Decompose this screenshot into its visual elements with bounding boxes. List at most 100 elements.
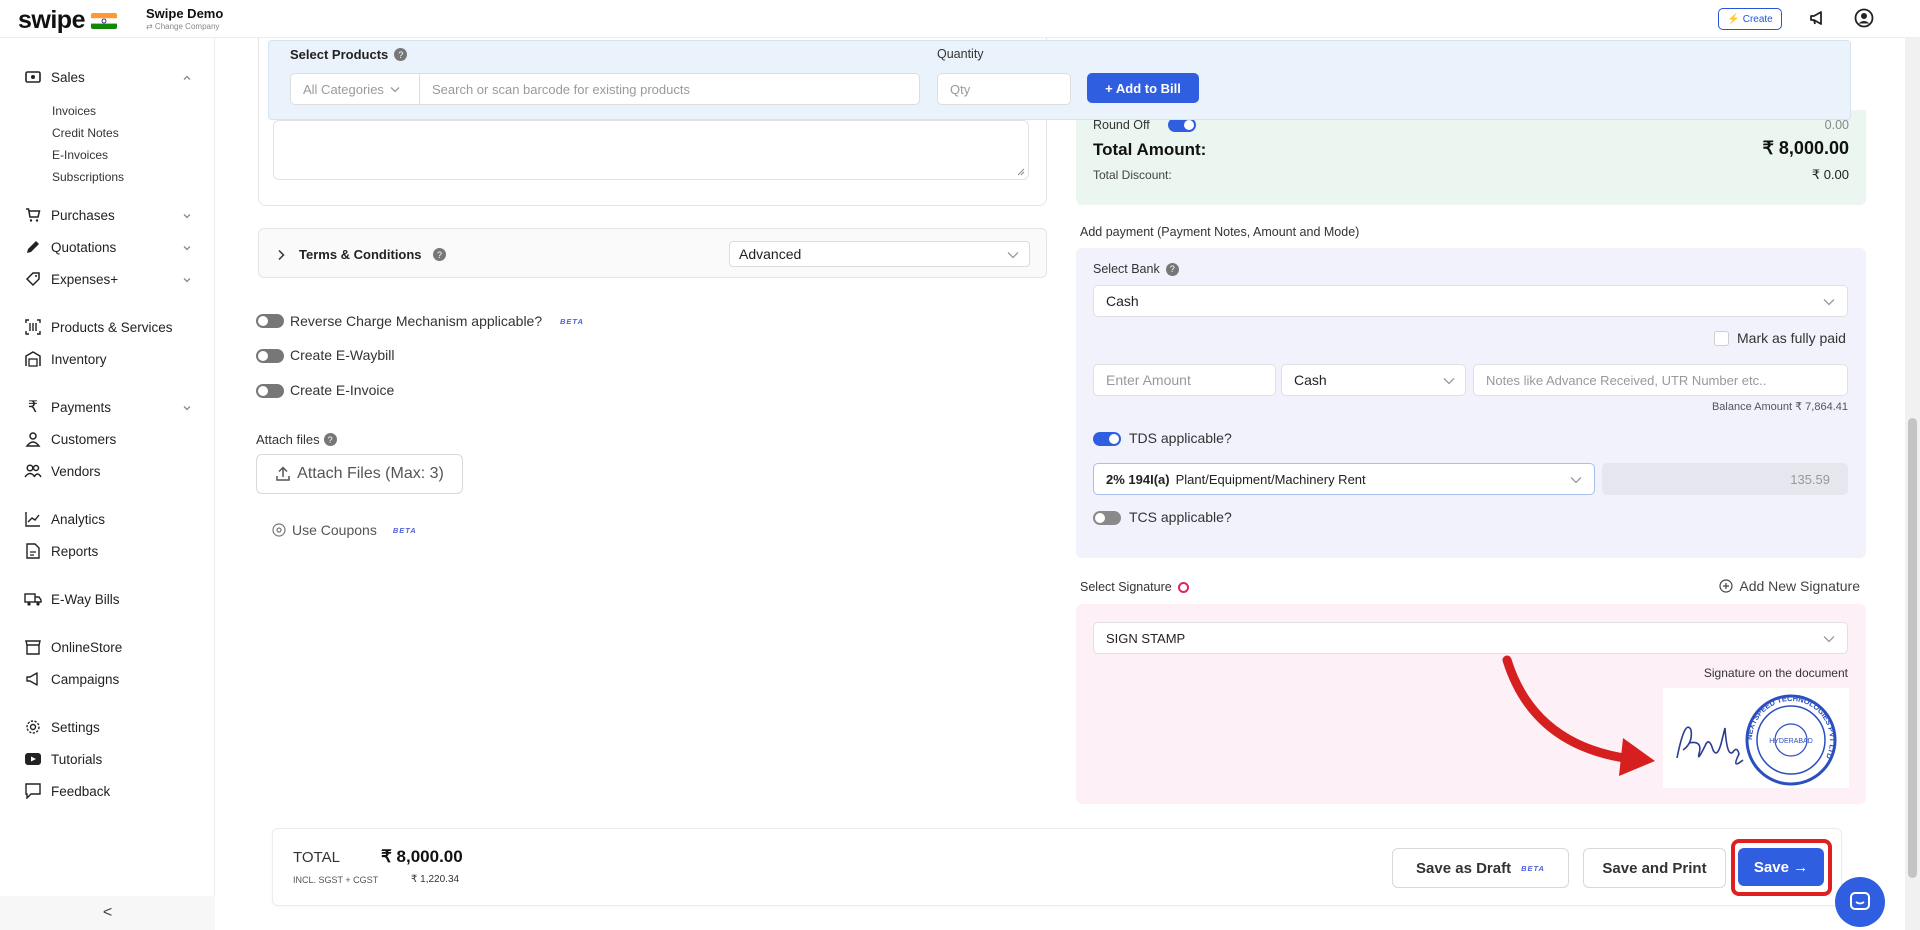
sidebar-item-campaigns[interactable]: Campaigns <box>24 670 119 688</box>
beta-badge: BETA <box>1521 863 1545 873</box>
tds-toggle[interactable] <box>1093 432 1121 446</box>
chevron-down-icon[interactable] <box>182 243 192 253</box>
terms-template-select[interactable]: Advanced <box>729 241 1030 267</box>
required-indicator-icon <box>1177 581 1189 593</box>
chat-support-button[interactable] <box>1835 877 1885 927</box>
sidebar-item-tutorials[interactable]: Tutorials <box>24 750 102 768</box>
signature-select[interactable]: SIGN STAMP <box>1093 622 1848 654</box>
signature-panel: SIGN STAMP Signature on the document HYD… <box>1076 604 1866 804</box>
coupon-icon <box>272 523 286 537</box>
sidebar-item-analytics[interactable]: Analytics <box>24 510 105 528</box>
chevron-down-icon <box>1007 252 1019 259</box>
sidebar-item-purchases[interactable]: Purchases <box>24 206 115 224</box>
payment-mode-select[interactable]: Cash <box>1281 364 1466 396</box>
sidebar: Sales Invoices Credit Notes E-Invoices S… <box>0 38 215 930</box>
round-off-toggle[interactable] <box>1168 118 1196 132</box>
user-account-icon[interactable] <box>1854 8 1874 28</box>
sidebar-item-inventory[interactable]: Inventory <box>24 350 107 368</box>
upload-icon <box>276 466 290 481</box>
tds-rate: 2% 194I(a) <box>1106 471 1170 487</box>
tcs-toggle[interactable] <box>1093 511 1121 525</box>
bank-select[interactable]: Cash <box>1093 285 1848 317</box>
chevron-left-icon: < <box>102 904 113 921</box>
chevron-down-icon[interactable] <box>182 403 192 413</box>
sidebar-item-vendors[interactable]: Vendors <box>24 462 101 480</box>
signature-doc-label: Signature on the document <box>1703 666 1848 680</box>
rupee-icon: ₹ <box>27 399 39 416</box>
add-new-signature-link[interactable]: Add New Signature <box>1719 578 1860 594</box>
store-icon <box>24 638 42 656</box>
payment-notes-input[interactable]: Notes like Advance Received, UTR Number … <box>1473 364 1848 396</box>
sidebar-item-sales[interactable]: Sales <box>24 68 85 86</box>
megaphone-icon[interactable] <box>1808 8 1828 28</box>
sidebar-subitem-invoices[interactable]: Invoices <box>52 104 96 118</box>
quantity-input[interactable]: Qty <box>937 73 1071 105</box>
sidebar-item-onlinestore[interactable]: OnlineStore <box>24 638 122 656</box>
select-signature-label: Select Signature <box>1080 580 1172 594</box>
chevron-down-icon <box>1823 636 1835 643</box>
sidebar-item-quotations[interactable]: Quotations <box>24 238 116 256</box>
sidebar-subitem-subscriptions[interactable]: Subscriptions <box>52 170 124 184</box>
eway-toggle[interactable] <box>256 349 284 363</box>
help-icon[interactable]: ? <box>394 48 408 61</box>
einvoice-toggle[interactable] <box>256 384 284 398</box>
signature-preview: HYDERABAD NEXTSPEED TECHNOLOGIES PVT LTD <box>1663 688 1849 788</box>
pencil-icon <box>24 238 42 256</box>
sidebar-item-feedback[interactable]: Feedback <box>24 782 110 800</box>
add-payment-title: Add payment (Payment Notes, Amount and M… <box>1080 225 1360 239</box>
total-discount-label: Total Discount: <box>1093 168 1172 182</box>
tds-section-select[interactable]: 2% 194I(a) Plant/Equipment/Machinery Ren… <box>1093 463 1595 495</box>
india-flag-icon <box>90 12 117 29</box>
notes-textarea[interactable] <box>273 120 1029 180</box>
sidebar-item-products[interactable]: Products & Services <box>24 318 173 336</box>
users-icon <box>24 462 42 480</box>
sidebar-item-settings[interactable]: Settings <box>24 718 100 736</box>
save-as-draft-button[interactable]: Save as Draft BETA <box>1392 848 1569 888</box>
select-products-label: Select Products <box>290 47 389 62</box>
resize-handle-icon[interactable] <box>1017 168 1025 176</box>
sidebar-item-expenses[interactable]: Expenses+ <box>24 270 118 288</box>
sidebar-subitem-e-invoices[interactable]: E-Invoices <box>52 148 108 162</box>
stamp-center-text: HYDERABAD <box>1769 738 1813 745</box>
use-coupons-link[interactable]: Use Coupons BETA <box>272 522 417 538</box>
barcode-icon <box>24 318 42 336</box>
scrollbar-thumb[interactable] <box>1908 418 1917 878</box>
footer-total-value: ₹ 8,000.00 <box>381 847 463 866</box>
sidebar-item-eway-bills[interactable]: E-Way Bills <box>24 590 120 608</box>
chevron-right-icon[interactable] <box>277 249 285 261</box>
help-icon[interactable]: ? <box>433 248 446 261</box>
help-icon[interactable]: ? <box>1165 262 1179 276</box>
attach-files-button[interactable]: Attach Files (Max: 3) <box>256 454 463 494</box>
amount-input[interactable]: Enter Amount <box>1093 364 1276 396</box>
round-off-label: Round Off <box>1093 118 1150 132</box>
help-icon[interactable]: ? <box>323 433 337 446</box>
chevron-down-icon[interactable] <box>182 211 192 221</box>
sidebar-item-reports[interactable]: Reports <box>24 542 98 560</box>
sidebar-subitem-credit-notes[interactable]: Credit Notes <box>52 126 119 140</box>
terms-conditions-section[interactable]: Terms & Conditions ? Advanced <box>258 228 1047 278</box>
chevron-up-icon[interactable] <box>182 73 192 83</box>
mark-paid-checkbox[interactable] <box>1714 330 1729 346</box>
chevron-down-icon[interactable] <box>182 275 192 285</box>
youtube-icon <box>24 750 42 768</box>
tds-description: Plant/Equipment/Machinery Rent <box>1175 471 1366 487</box>
company-switcher[interactable]: Swipe Demo ⇄ Change Company <box>146 6 223 31</box>
sidebar-item-customers[interactable]: Customers <box>24 430 116 448</box>
chart-icon <box>24 510 42 528</box>
tcs-label: TCS applicable? <box>1129 509 1232 525</box>
sidebar-collapse-button[interactable]: < <box>0 896 215 930</box>
chevron-down-icon <box>390 86 400 92</box>
reverse-charge-toggle[interactable] <box>256 314 284 328</box>
message-icon <box>24 782 42 800</box>
add-to-bill-button[interactable]: + Add to Bill <box>1087 73 1199 103</box>
sidebar-item-payments[interactable]: ₹ Payments <box>24 398 111 416</box>
swipe-logo[interactable]: swipe <box>18 6 117 35</box>
attach-files-label: Attach files <box>256 432 320 447</box>
category-select[interactable]: All Categories <box>290 73 420 105</box>
product-search-input[interactable]: Search or scan barcode for existing prod… <box>419 73 920 105</box>
megaphone-icon <box>24 670 42 688</box>
sales-icon <box>24 68 42 86</box>
lightning-icon: ⚡ <box>1727 13 1740 25</box>
create-button[interactable]: ⚡ Create <box>1718 8 1782 30</box>
save-and-print-button[interactable]: Save and Print <box>1583 848 1726 888</box>
